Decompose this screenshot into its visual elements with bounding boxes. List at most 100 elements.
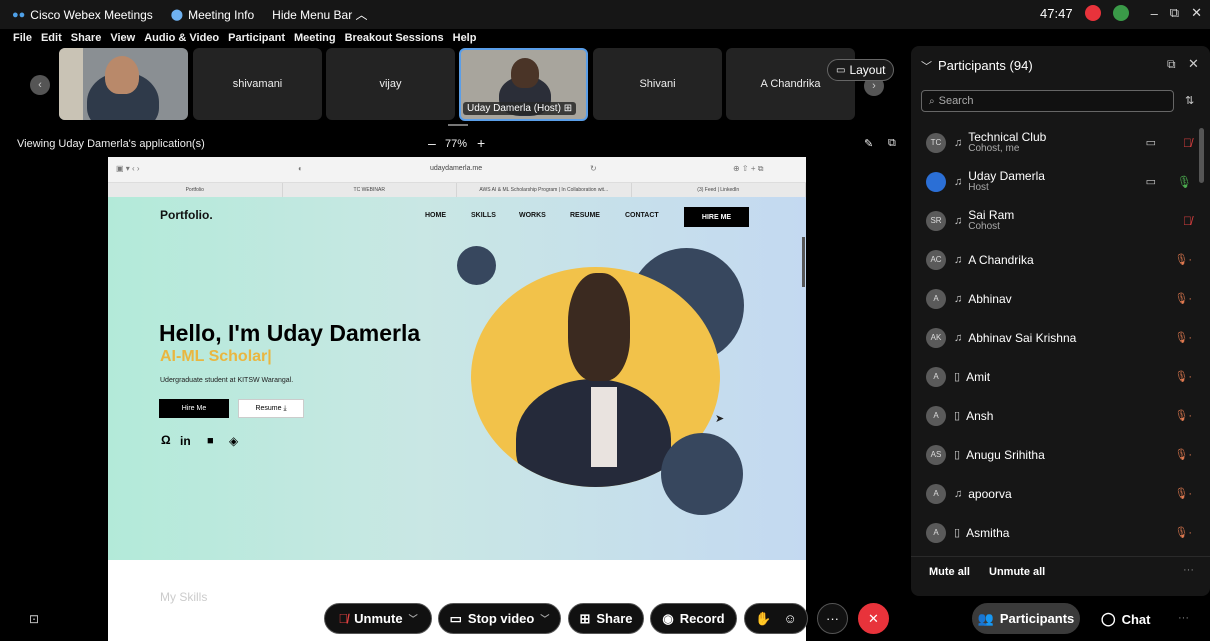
menu-bar: File Edit Share View Audio & Video Parti… (0, 29, 910, 46)
participant-row[interactable]: TC ♫ Technical Club Cohost, me ▭ 🎙̸ (911, 123, 1196, 162)
mic-muted-icon[interactable]: 🎙· (1174, 448, 1192, 461)
participant-row[interactable]: SR ♫ Sai Ram Cohost 🎙̸ (911, 201, 1196, 240)
portfolio-logo: Portfolio. (160, 208, 213, 222)
more-button[interactable]: ··· (817, 603, 848, 634)
menu-breakout-sessions[interactable]: Breakout Sessions (345, 32, 444, 44)
reactions-group[interactable]: ✋ ☺ (744, 603, 808, 634)
video-tile-self[interactable] (59, 48, 188, 120)
mic-muted-icon[interactable]: 🎙· (1174, 526, 1192, 539)
share-button[interactable]: ⊞ Share (568, 603, 644, 634)
mic-muted-icon[interactable]: 🎙· (1174, 409, 1192, 422)
stop-video-button[interactable]: ▭ Stop video ﹀ (438, 603, 561, 634)
chat-button[interactable]: ◯ Chat (1101, 611, 1150, 627)
more-options-icon[interactable]: ··· (1178, 612, 1189, 624)
mic-off-icon[interactable]: 🎙̸ (1183, 214, 1192, 228)
chevron-down-icon: ﹀ (408, 614, 418, 624)
maximize-button[interactable]: ⧉ (1170, 5, 1179, 21)
mic-muted-icon[interactable]: 🎙· (1174, 253, 1192, 266)
participant-row[interactable]: A ▯ Asmitha 🎙· (911, 513, 1196, 552)
participant-row[interactable]: AK ♫ Abhinav Sai Krishna 🎙· (911, 318, 1196, 357)
close-button[interactable]: ✕ (1191, 5, 1202, 21)
layout-button[interactable]: ▭ Layout (827, 59, 895, 81)
mic-off-icon[interactable]: 🎙̸ (1183, 136, 1192, 150)
layout-label: Layout (849, 63, 886, 77)
participant-name: Asmitha (966, 525, 1010, 540)
participant-name: Amit (966, 369, 991, 384)
zoom-in-button[interactable]: + (477, 135, 485, 151)
menu-meeting[interactable]: Meeting (294, 32, 336, 44)
participant-name-block: Sai Ram Cohost (968, 209, 1014, 232)
participant-row[interactable]: A ▯ Ansh 🎙· (911, 396, 1196, 435)
participant-role: Cohost, me (968, 143, 1020, 154)
participant-row[interactable]: A ♫ Abhinav 🎙· (911, 279, 1196, 318)
captions-icon[interactable]: ⊡ (29, 612, 39, 626)
video-tile-host[interactable]: Uday Damerla (Host) ⊞ (459, 48, 588, 121)
menu-help[interactable]: Help (453, 32, 477, 44)
participant-row[interactable]: A ♫ apoorva 🎙· (911, 474, 1196, 513)
mic-muted-icon[interactable]: 🎙· (1174, 292, 1192, 305)
unmute-label: Unmute (354, 611, 403, 626)
menu-audio-video[interactable]: Audio & Video (144, 32, 219, 44)
hide-menu-bar-button[interactable]: Hide Menu Bar ︿ (272, 6, 367, 23)
participant-row[interactable]: AS ▯ Anugu Srihitha 🎙· (911, 435, 1196, 474)
participant-row[interactable]: AC ♫ A Chandrika 🎙· (911, 240, 1196, 279)
menu-view[interactable]: View (110, 32, 135, 44)
filmstrip-resize-handle[interactable] (448, 124, 468, 126)
participants-button[interactable]: 👥 Participants (972, 603, 1080, 634)
record-button[interactable]: ◉ Record (650, 603, 737, 634)
meeting-info-label: Meeting Info (188, 7, 255, 22)
popout-icon[interactable]: ⧉ (888, 137, 896, 150)
share-screen-icon: ⊞ (563, 103, 573, 114)
video-tile-shivani[interactable]: Shivani (593, 48, 722, 120)
meeting-info-button[interactable]: ⬤ Meeting Info (171, 8, 254, 22)
mic-muted-icon[interactable]: 🎙· (1174, 487, 1192, 500)
meeting-timer: 47:47 (1040, 5, 1073, 21)
decor-circle-bottom (661, 433, 743, 515)
reactions-icon[interactable]: ☺ (783, 611, 796, 626)
raise-hand-icon[interactable]: ✋ (755, 611, 771, 627)
app-title: ●● Cisco Webex Meetings (12, 8, 153, 22)
avatar: AS (926, 444, 946, 465)
video-tile-shivamani[interactable]: shivamani (193, 48, 322, 120)
collapse-chevron-icon[interactable]: ﹀ (921, 58, 932, 74)
participant-name: Sai Ram (968, 208, 1015, 222)
menu-participant[interactable]: Participant (228, 32, 285, 44)
avatar: SR (926, 210, 946, 231)
unmute-all-button[interactable]: Unmute all (989, 566, 1045, 578)
minimize-button[interactable]: – (1151, 6, 1158, 21)
more-options-icon[interactable]: ··· (1183, 564, 1194, 576)
sort-icon[interactable]: ⇅ (1185, 94, 1194, 107)
participant-name-block: Ansh (966, 410, 993, 422)
menu-edit[interactable]: Edit (41, 32, 62, 44)
video-camera-icon: ▭ (1145, 176, 1156, 188)
mic-muted-icon[interactable]: 🎙· (1174, 331, 1192, 344)
mic-off-icon: 🎙̸ (338, 611, 349, 626)
panel-scrollbar[interactable] (1199, 128, 1204, 183)
mic-on-icon[interactable]: 🎙 (1177, 175, 1192, 189)
end-call-button[interactable]: ✕ (858, 603, 889, 634)
menu-file[interactable]: File (13, 32, 32, 44)
mic-muted-icon[interactable]: 🎙· (1174, 370, 1192, 383)
browser-tab: Portfolio (108, 183, 283, 197)
filmstrip-prev-button[interactable]: ‹ (30, 75, 50, 95)
participant-role: Host (968, 182, 989, 193)
close-panel-icon[interactable]: ✕ (1188, 56, 1199, 72)
participant-row[interactable]: ♫ Uday Damerla Host ▭ 🎙 (911, 162, 1196, 201)
video-tile-vijay[interactable]: vijay (326, 48, 455, 120)
participant-name: A Chandrika (968, 252, 1034, 267)
unmute-button[interactable]: 🎙̸ Unmute ﹀ (324, 603, 432, 634)
browser-tabs: Portfolio TC WEBINAR AWS AI & ML Scholar… (108, 183, 806, 197)
mute-all-button[interactable]: Mute all (929, 566, 970, 578)
participant-search-input[interactable]: ⌕ Search (921, 90, 1174, 112)
reload-icon: ↻ (590, 164, 597, 173)
share-screen-icon: ⊞ (579, 610, 591, 626)
record-label: Record (679, 611, 725, 626)
menu-share[interactable]: Share (71, 32, 102, 44)
popout-panel-icon[interactable]: ⧉ (1167, 57, 1176, 72)
participant-row[interactable]: A ▯ Amit 🎙· (911, 357, 1196, 396)
zoom-out-button[interactable]: – (428, 135, 436, 151)
info-shield-icon: ⬤ (170, 9, 184, 21)
annotate-icon[interactable]: ✎ (864, 137, 873, 150)
chevron-down-icon: ﹀ (540, 614, 550, 624)
nav-resume: RESUME (570, 212, 600, 219)
